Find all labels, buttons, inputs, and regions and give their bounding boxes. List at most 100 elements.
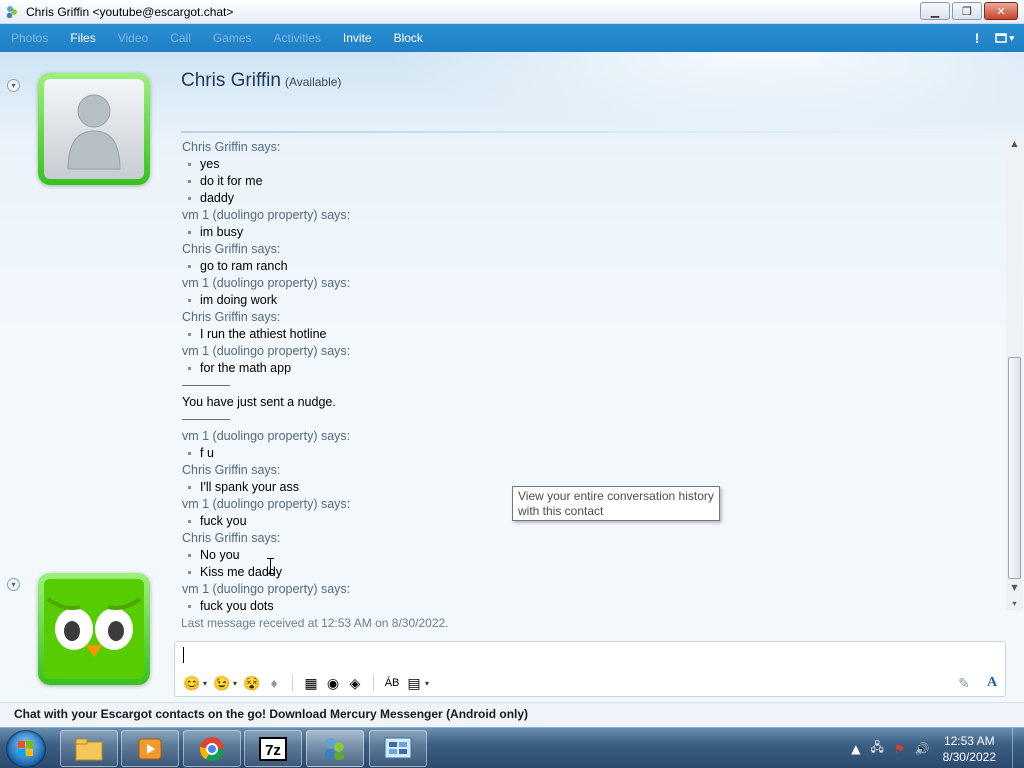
- clock[interactable]: 12:53 AM 8/30/2022: [943, 733, 996, 765]
- nudge-icon[interactable]: 😵: [241, 673, 263, 693]
- window-icon: [995, 33, 1008, 43]
- scroll-thumb[interactable]: [1008, 357, 1021, 579]
- ink-grid-icon[interactable]: ▦: [300, 673, 322, 693]
- options-menu-icon[interactable]: ▾: [995, 32, 1014, 44]
- 7zip-icon: 7z: [259, 736, 287, 761]
- message-text: do it for me: [182, 173, 1002, 190]
- minimize-button[interactable]: ▁: [920, 2, 950, 20]
- duolingo-owl-icon: [44, 579, 144, 679]
- taskbar-7zip[interactable]: 7z: [244, 730, 302, 767]
- handwriting-icon[interactable]: ✎: [953, 673, 975, 693]
- chevron-down-icon[interactable]: ▾: [203, 679, 207, 688]
- title-bar: Chris Griffin <youtube@escargot.chat> ▁ …: [0, 0, 1024, 24]
- menu-activities: Activities: [273, 31, 321, 45]
- message-text: fuck you dots: [182, 598, 1002, 615]
- window-title: Chris Griffin <youtube@escargot.chat>: [26, 4, 234, 19]
- minimize-icon: ▁: [930, 4, 940, 18]
- taskbar: 7z ▲ 🖧 ⚑ 🔊 12:53 AM 8/30/2022: [0, 727, 1024, 768]
- text-cursor-icon: [267, 558, 274, 574]
- toolbar-divider: [292, 675, 294, 691]
- system-tray: ▲ 🖧 ⚑ 🔊 12:53 AM 8/30/2022: [846, 728, 1024, 768]
- menu-block[interactable]: Block: [383, 24, 434, 52]
- media-player-icon: [138, 738, 162, 759]
- menu-call: Call: [170, 31, 191, 45]
- conversation-scrollbar[interactable]: ▲ ▼ ▾: [1006, 137, 1023, 610]
- message-sender: vm 1 (duolingo property) says:: [182, 429, 351, 443]
- last-received-status: Last message received at 12:53 AM on 8/3…: [181, 616, 449, 630]
- message-sender: Chris Griffin says:: [182, 140, 281, 154]
- wink-icon[interactable]: 😉: [211, 673, 233, 693]
- menu-files[interactable]: Files: [59, 24, 106, 52]
- taskbar-control-panel[interactable]: [369, 730, 427, 767]
- clock-date: 8/30/2022: [942, 749, 996, 764]
- show-desktop-button[interactable]: [1012, 728, 1024, 768]
- scroll-down-icon[interactable]: ▼: [1006, 581, 1023, 595]
- taskbar-chrome[interactable]: [183, 730, 241, 767]
- emoticon-icon[interactable]: 😊: [181, 673, 203, 693]
- message-input[interactable]: 😊 ▾ 😉 ▾ 😵 ♦ ▦ ◉ ◈ ÁB ▤ ▾ ✎ A: [174, 641, 1006, 697]
- taskbar-media-player[interactable]: [121, 730, 179, 767]
- start-button[interactable]: [6, 730, 46, 768]
- close-button[interactable]: ✕: [984, 2, 1018, 20]
- spell-check-icon[interactable]: ÁB: [381, 673, 403, 693]
- history-tooltip: View your entire conversation history wi…: [512, 486, 720, 521]
- voice-clip-icon: ♦: [270, 675, 278, 691]
- clock-time: 12:53 AM: [943, 733, 995, 748]
- menu-invite[interactable]: Invite: [332, 24, 383, 52]
- collapse-self-avatar-button[interactable]: ▾: [7, 578, 20, 591]
- alert-icon[interactable]: !: [975, 30, 980, 46]
- message-sender: Chris Griffin says:: [182, 531, 281, 545]
- contact-name: Chris Griffin: [181, 70, 281, 91]
- chevron-down-icon[interactable]: ▾: [425, 679, 429, 688]
- message-text: Kiss me daddy: [182, 564, 1002, 581]
- contact-avatar[interactable]: [38, 73, 150, 185]
- contact-header: Chris Griffin (Available): [181, 70, 341, 92]
- messenger-icon: [325, 737, 344, 760]
- text-caret: [183, 647, 184, 663]
- folder-icon: [75, 738, 103, 760]
- taskbar-explorer[interactable]: [60, 730, 118, 767]
- show-hidden-icons-icon[interactable]: ▲: [851, 742, 860, 756]
- network-icon[interactable]: 🖧: [871, 738, 884, 759]
- message-text: go to ram ranch: [182, 258, 1002, 275]
- control-panel-icon: [384, 737, 412, 758]
- message-sender: Chris Griffin says:: [182, 310, 281, 324]
- toolbar-divider: [373, 675, 375, 691]
- message-sender: vm 1 (duolingo property) says:: [182, 208, 351, 222]
- scroll-end-icon[interactable]: ▾: [1006, 597, 1023, 610]
- maximize-button[interactable]: ❐: [952, 2, 982, 20]
- audio-icon[interactable]: ◉: [322, 673, 344, 693]
- message-text: im busy: [182, 224, 1002, 241]
- chevron-down-icon: ▾: [1009, 32, 1014, 43]
- header-divider: [181, 131, 1011, 133]
- header-decoration: [380, 52, 1024, 132]
- self-avatar[interactable]: [38, 573, 150, 685]
- message-text: yes: [182, 156, 1002, 173]
- contact-status: (Available): [284, 75, 342, 89]
- chevron-down-icon[interactable]: ▾: [233, 679, 237, 688]
- chevron-down-icon: ▾: [11, 81, 16, 90]
- chrome-icon: [200, 736, 224, 761]
- message-sender: Chris Griffin says:: [182, 242, 281, 256]
- ad-banner[interactable]: Chat with your Escargot contacts on the …: [0, 702, 1024, 726]
- svg-text:7z: 7z: [265, 742, 281, 759]
- message-sender: Chris Griffin says:: [182, 463, 281, 477]
- conversation-history: Chris Griffin says: yes do it for me dad…: [182, 139, 1002, 615]
- share-icon[interactable]: ◈: [344, 673, 366, 693]
- tooltip-line: View your entire conversation history: [518, 489, 714, 503]
- maximize-icon: ❐: [962, 4, 972, 18]
- tooltip-line: with this contact: [518, 504, 604, 518]
- menu-photos: Photos: [11, 31, 49, 45]
- message-text: No you: [182, 547, 1002, 564]
- font-icon[interactable]: A: [981, 673, 1003, 693]
- divider: [182, 419, 230, 420]
- scroll-up-icon[interactable]: ▲: [1006, 137, 1023, 151]
- message-sender: vm 1 (duolingo property) says:: [182, 344, 351, 358]
- volume-icon[interactable]: 🔊: [915, 742, 930, 756]
- background-icon[interactable]: ▤: [403, 673, 425, 693]
- action-center-icon[interactable]: ⚑: [894, 742, 905, 756]
- message-text: im doing work: [182, 292, 1002, 309]
- taskbar-messenger[interactable]: [306, 730, 364, 767]
- collapse-contact-avatar-button[interactable]: ▾: [7, 79, 20, 92]
- menu-video: Video: [117, 31, 149, 45]
